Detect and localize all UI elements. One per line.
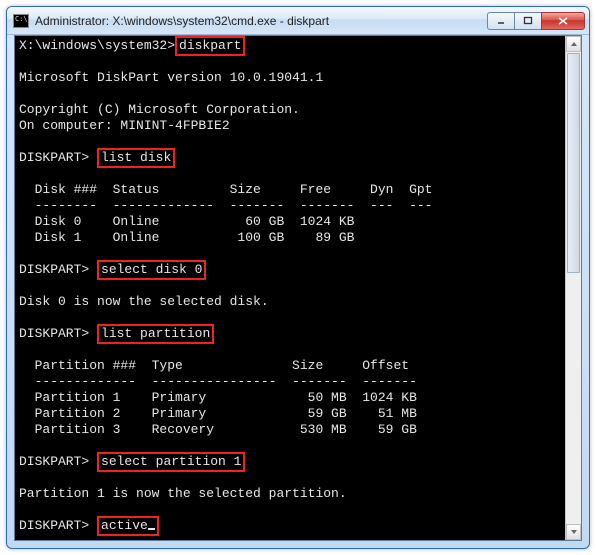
disk-row: Disk 1 Online 100 GB 89 GB xyxy=(19,230,354,245)
diskpart-prompt: DISKPART> xyxy=(19,518,89,533)
highlight-select-disk: select disk 0 xyxy=(97,260,206,280)
diskpart-prompt: DISKPART> xyxy=(19,326,89,341)
cmd-icon xyxy=(13,14,29,28)
disk-header: Disk ### Status Size Free Dyn Gpt xyxy=(19,182,432,197)
disk-row: Disk 0 Online 60 GB 1024 KB xyxy=(19,214,354,229)
scroll-thumb[interactable] xyxy=(567,53,580,273)
msg-part-selected: Partition 1 is now the selected partitio… xyxy=(19,486,347,501)
msg-disk-selected: Disk 0 is now the selected disk. xyxy=(19,294,269,309)
highlight-diskpart: diskpart xyxy=(175,36,245,56)
highlight-select-partition: select partition 1 xyxy=(97,452,245,472)
computer-line: On computer: MININT-4FPBIE2 xyxy=(19,118,230,133)
highlight-list-partition: list partition xyxy=(97,324,214,344)
part-header: Partition ### Type Size Offset xyxy=(19,358,409,373)
disk-divider: -------- ------------- ------- ------- -… xyxy=(19,198,432,213)
diskpart-prompt: DISKPART> xyxy=(19,150,89,165)
highlight-list-disk: list disk xyxy=(97,148,175,168)
part-row: Partition 1 Primary 50 MB 1024 KB xyxy=(19,390,417,405)
diskpart-prompt: DISKPART> xyxy=(19,262,89,277)
titlebar[interactable]: Administrator: X:\windows\system32\cmd.e… xyxy=(7,7,589,35)
minimize-button[interactable] xyxy=(487,12,515,30)
cmd-window: Administrator: X:\windows\system32\cmd.e… xyxy=(6,6,590,549)
version-line: Microsoft DiskPart version 10.0.19041.1 xyxy=(19,70,323,85)
close-button[interactable] xyxy=(541,12,585,30)
scroll-up-button[interactable] xyxy=(566,36,581,52)
prompt-path: X:\windows\system32> xyxy=(19,38,175,53)
window-buttons xyxy=(488,12,585,30)
terminal-output: X:\windows\system32>diskpart Microsoft D… xyxy=(15,36,581,536)
part-divider: ------------- ---------------- ------- -… xyxy=(19,374,417,389)
cursor xyxy=(148,528,155,530)
scroll-down-button[interactable] xyxy=(566,524,581,540)
window-title: Administrator: X:\windows\system32\cmd.e… xyxy=(35,14,488,28)
part-row: Partition 3 Recovery 530 MB 59 GB xyxy=(19,422,417,437)
part-row: Partition 2 Primary 59 GB 51 MB xyxy=(19,406,417,421)
terminal-area[interactable]: X:\windows\system32>diskpart Microsoft D… xyxy=(14,35,582,541)
maximize-button[interactable] xyxy=(514,12,542,30)
diskpart-prompt: DISKPART> xyxy=(19,454,89,469)
vertical-scrollbar[interactable] xyxy=(565,36,581,540)
highlight-active: active xyxy=(97,516,159,536)
copyright-line: Copyright (C) Microsoft Corporation. xyxy=(19,102,300,117)
